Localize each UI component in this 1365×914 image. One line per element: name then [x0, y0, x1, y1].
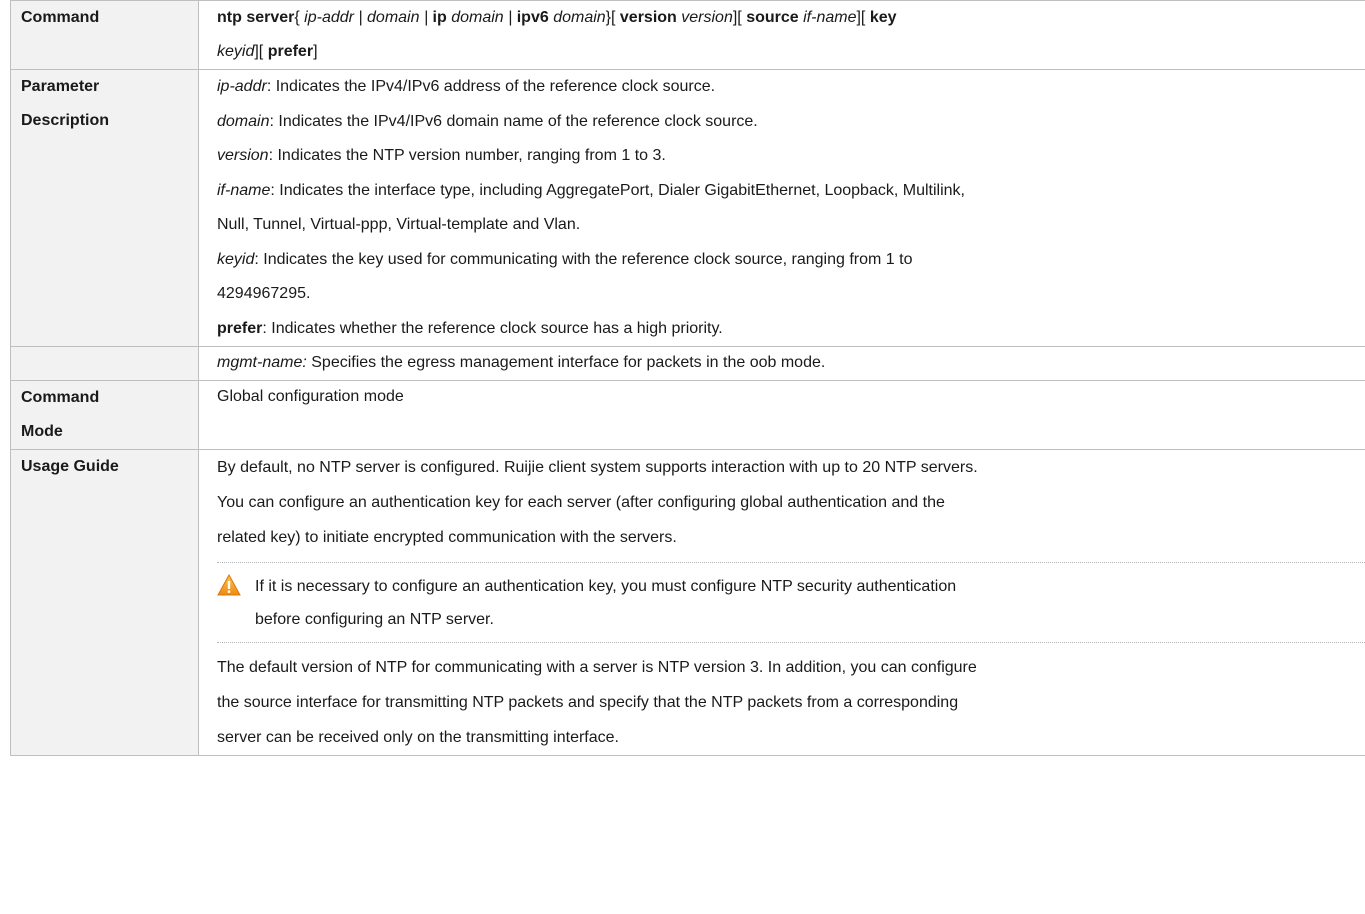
syntax-domain-arg: domain | [446, 9, 517, 26]
usage-guide-cell: By default, no NTP server is configured.… [198, 449, 1365, 756]
command-mode-label-line-2: Mode [21, 423, 63, 440]
param-prefer-term: prefer [217, 319, 263, 337]
param-prefer: prefer: Indicates whether the reference … [217, 312, 1365, 347]
parameter-label-line-1: Parameter [21, 78, 100, 95]
usage-para-1-line-2: You can configure an authentication key … [217, 494, 945, 511]
param-keyid-desc: : Indicates the key used for communicati… [254, 250, 913, 268]
syntax-version-arg: version [676, 9, 733, 26]
command-mode-row: Command Mode Global configuration mode [10, 380, 1365, 450]
warning-note: If it is necessary to configure an authe… [217, 562, 1365, 643]
usage-guide-row: Usage Guide By default, no NTP server is… [10, 449, 1365, 756]
command-syntax-line-2: keyid][ prefer] [217, 35, 1365, 69]
syntax-ipv6-keyword: ipv6 [516, 9, 549, 26]
warning-line-1: If it is necessary to configure an authe… [255, 578, 957, 595]
usage-para-2-line-1: The default version of NTP for communica… [217, 659, 977, 676]
syntax-ip-keyword: ip [432, 9, 447, 26]
parameter-row: Parameter Description ip-addr: Indicates… [10, 69, 1365, 347]
usage-para-1-line-1: By default, no NTP server is configured.… [217, 459, 978, 476]
warning-line-2: before configuring an NTP server. [255, 611, 494, 628]
param-prefer-desc: : Indicates whether the reference clock … [262, 319, 723, 337]
param-keyid-term: keyid [217, 250, 255, 268]
syntax-ntp-server: ntp server [217, 9, 295, 26]
param-domain: domain: Indicates the IPv4/IPv6 domain n… [217, 105, 1365, 140]
param-domain-desc: : Indicates the IPv4/IPv6 domain name of… [269, 112, 758, 130]
command-mode-value: Global configuration mode [217, 388, 404, 405]
syntax-brace-close: }[ [605, 9, 620, 26]
syntax-bracket-3: ][ [254, 43, 268, 60]
param-version-desc: : Indicates the NTP version number, rang… [268, 147, 666, 164]
param-keyid: keyid: Indicates the key used for commun… [217, 243, 1365, 278]
param-ip-addr-desc: : Indicates the IPv4/IPv6 address of the… [266, 78, 716, 95]
param-if-name-term: if-name [217, 181, 271, 199]
syntax-ip-addr-domain: ip-addr | domain | [304, 9, 433, 26]
usage-guide-label-cell: Usage Guide [10, 449, 199, 756]
command-label: Command [21, 9, 100, 26]
param-if-name-desc: : Indicates the interface type, includin… [270, 181, 965, 199]
command-mode-label-cell: Command Mode [10, 380, 199, 450]
syntax-bracket-2: ][ [856, 9, 870, 26]
param-version-term: version [217, 147, 269, 164]
param-if-name-cont: Null, Tunnel, Virtual-ppp, Virtual-templ… [217, 216, 581, 233]
param-ip-addr: ip-addr: Indicates the IPv4/IPv6 address… [217, 70, 1365, 105]
command-mode-label-line-1: Command [21, 389, 100, 406]
parameter-description-cell: ip-addr: Indicates the IPv4/IPv6 address… [198, 69, 1365, 347]
command-syntax-cell: ntp server{ ip-addr | domain | ip domain… [198, 0, 1365, 70]
param-mgmt-name-term: mgmt-name: [217, 354, 307, 371]
command-reference-table: Command ntp server{ ip-addr | domain | i… [10, 0, 1365, 756]
param-domain-term: domain [217, 112, 270, 130]
syntax-version-keyword: version [619, 9, 677, 26]
usage-para-2-line-2: the source interface for transmitting NT… [217, 694, 959, 711]
syntax-prefer-keyword: prefer [267, 43, 314, 60]
command-syntax-line-1: ntp server{ ip-addr | domain | ip domain… [217, 1, 1365, 35]
usage-para-2-line-3: server can be received only on the trans… [217, 729, 619, 746]
usage-para-1-line-3: related key) to initiate encrypted commu… [217, 529, 677, 546]
syntax-source-keyword: source [746, 9, 799, 26]
param-ip-addr-term: ip-addr [217, 78, 267, 95]
param-if-name: if-name: Indicates the interface type, i… [217, 174, 1365, 209]
usage-guide-label: Usage Guide [21, 458, 119, 475]
param-mgmt-name: mgmt-name: Specifies the egress manageme… [217, 347, 1365, 379]
mgmt-label-cell [10, 346, 199, 381]
parameter-label-cell: Parameter Description [10, 69, 199, 347]
param-keyid-cont: 4294967295. [217, 285, 311, 302]
syntax-brace-open: { [294, 9, 305, 26]
syntax-ipv6-domain-arg: domain [548, 9, 606, 26]
param-mgmt-name-desc: Specifies the egress management interfac… [306, 354, 826, 371]
syntax-keyid-arg: keyid [217, 43, 255, 60]
parameter-label-line-2: Description [21, 112, 110, 129]
syntax-if-name-arg: if-name [798, 9, 857, 26]
mgmt-description-cell: mgmt-name: Specifies the egress manageme… [198, 346, 1365, 381]
command-mode-cell: Global configuration mode [198, 380, 1365, 450]
syntax-key-keyword: key [869, 9, 897, 26]
syntax-bracket-1: ][ [732, 9, 747, 26]
command-label-cell: Command [10, 0, 199, 70]
warning-triangle-icon [217, 573, 241, 596]
command-row: Command ntp server{ ip-addr | domain | i… [10, 0, 1365, 70]
param-version: version: Indicates the NTP version numbe… [217, 139, 1365, 174]
mgmt-row: mgmt-name: Specifies the egress manageme… [10, 346, 1365, 381]
syntax-bracket-4: ] [313, 43, 318, 60]
